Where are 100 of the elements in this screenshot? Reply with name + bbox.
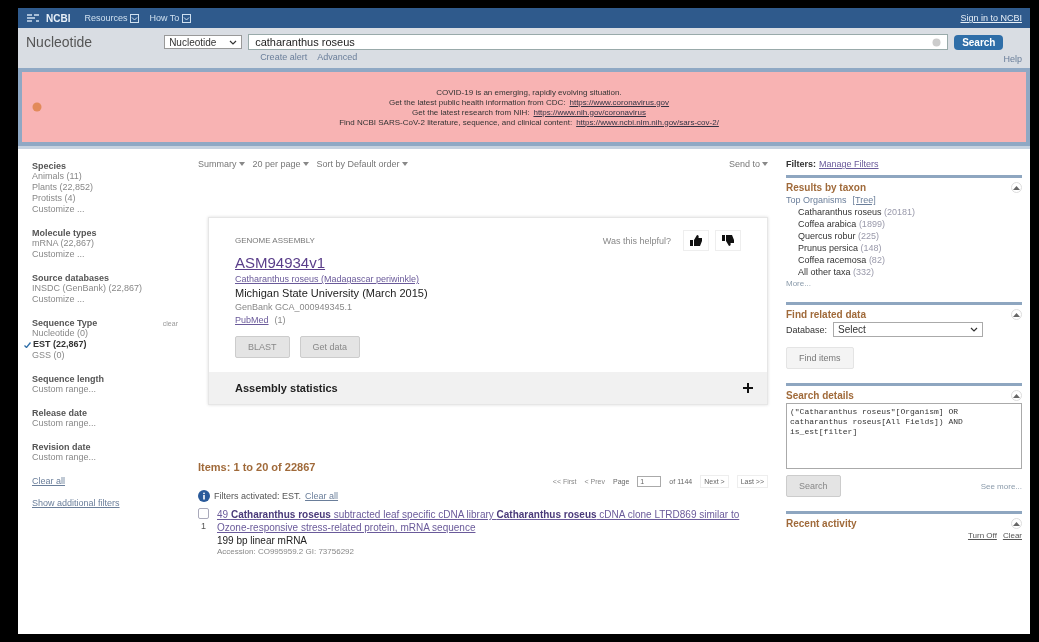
card-button[interactable]: BLAST	[235, 336, 290, 358]
ncbi-logo-icon	[26, 12, 40, 24]
organism-link[interactable]: Prunus persica (148)	[786, 243, 1022, 253]
search-button[interactable]: Search	[954, 34, 1004, 50]
sidebar-link[interactable]: Clear all	[32, 476, 178, 486]
thumbs-up-icon	[690, 235, 702, 246]
filter-item[interactable]: INSDC (GenBank) (22,867)	[32, 283, 178, 294]
sign-in-link[interactable]: Sign in to NCBI	[960, 13, 1022, 23]
banner-text: Get the latest research from NIH:	[412, 107, 530, 117]
dropdown-icon	[130, 13, 140, 23]
logo-text[interactable]: NCBI	[46, 12, 71, 24]
card-label: GENOME ASSEMBLY	[235, 236, 315, 245]
banner-link[interactable]: https://www.coronavirus.gov	[569, 97, 670, 107]
send-to-menu[interactable]: Send to	[728, 159, 768, 169]
result-title-link[interactable]: 49 Catharanthus roseus subtracted leaf specific cDNA library Catharanthus roseus cDNA clone LTRD869 similar to Ozone-responsive stress-related protein, mRNA sequence	[217, 508, 768, 534]
search-field[interactable]: catharanthus roseus	[248, 34, 949, 50]
filter-item[interactable]: Custom range...	[32, 384, 178, 395]
help-link[interactable]: Help	[1003, 54, 1022, 64]
pubmed-count: (1)	[274, 315, 286, 325]
portlet-title: Search details	[786, 390, 854, 401]
recent-activity-link[interactable]: Turn Off	[967, 531, 997, 540]
accession-text: GenBank GCA_000949345.1	[235, 302, 354, 312]
organism-link[interactable]: All other taxa (332)	[786, 267, 1022, 277]
filter-group-title: Sequence length	[32, 374, 104, 384]
portlet-title: Find related data	[786, 309, 866, 320]
dropdown-icon	[182, 13, 192, 23]
filter-item[interactable]: mRNA (22,867)	[32, 238, 178, 249]
display-menu[interactable]: 20 per page	[252, 159, 309, 169]
banner-link[interactable]: https://www.nih.gov/coronavirus	[533, 107, 646, 117]
filter-group-title: Source databases	[32, 273, 110, 283]
banner-text: Get the latest public health information from CDC:	[388, 97, 566, 107]
filter-item[interactable]: Customize ...	[32, 204, 178, 215]
clear-icon	[932, 37, 942, 47]
caret-down-icon	[238, 162, 245, 166]
assembly-title-link[interactable]: ASM94934v1	[235, 254, 741, 271]
manage-filters-link[interactable]: Manage Filters	[819, 159, 879, 169]
top-organisms-label: Top Organisms	[786, 195, 847, 205]
organism-link[interactable]: Coffea arabica (1899)	[786, 219, 1022, 229]
filter-group-title: Revision date	[32, 442, 91, 452]
alert-icon	[32, 102, 42, 112]
find-items-button[interactable]: Find items	[786, 347, 854, 369]
caret-down-icon	[762, 162, 768, 166]
filter-item[interactable]: Customize ...	[32, 294, 178, 305]
result-number: 1	[201, 521, 206, 531]
result-description: 199 bp linear mRNA	[217, 535, 309, 546]
card-button[interactable]: Get data	[299, 336, 361, 358]
banner-text: Find NCBI SARS-CoV-2 literature, sequence, and clinical content:	[339, 117, 573, 127]
collapse-icon	[1013, 393, 1020, 398]
filter-item[interactable]: EST (22,867)	[24, 339, 178, 350]
filter-item[interactable]: Customize ...	[32, 249, 178, 260]
filter-item[interactable]: Custom range...	[32, 452, 178, 463]
clear-all-link[interactable]: Clear all	[305, 491, 339, 501]
see-more-link[interactable]: See more...	[980, 481, 1022, 491]
filter-item[interactable]: GSS (0)	[32, 350, 178, 361]
portlet-title: Results by taxon	[786, 182, 867, 193]
filter-group-title: Sequence Type	[32, 318, 98, 328]
organism-link[interactable]: Catharanthus roseus (20181)	[786, 207, 1022, 217]
feedback-text: Was this helpful?	[602, 235, 671, 246]
filter-item[interactable]: Plants (22,852)	[32, 182, 178, 193]
recent-activity-link[interactable]: Clear	[1002, 531, 1022, 540]
banner-link[interactable]: https://www.ncbi.nlm.nih.gov/sars-cov-2/	[576, 117, 719, 127]
database-select[interactable]: Nucleotide	[164, 35, 243, 49]
pubmed-link[interactable]: PubMed	[235, 315, 269, 325]
filter-group-title: Molecule types	[32, 228, 97, 238]
tree-link[interactable]: [Tree]	[852, 195, 876, 205]
filters-note: Filters activated: EST.	[214, 491, 302, 501]
more-link[interactable]: More...	[786, 279, 1022, 288]
checkmark-icon	[24, 341, 31, 348]
assembly-statistics-bar[interactable]: Assembly statistics	[209, 372, 767, 404]
organism-link[interactable]: Coffea racemosa (82)	[786, 255, 1022, 265]
menu-link[interactable]: Resources	[84, 13, 140, 23]
filter-item[interactable]: Animals (11)	[32, 171, 178, 182]
display-menu[interactable]: Sort by Default order	[316, 159, 408, 169]
header-link[interactable]: Advanced	[317, 52, 358, 62]
database-select[interactable]: Select	[833, 322, 984, 337]
thumbs-down-button[interactable]	[715, 230, 741, 251]
header-link[interactable]: Create alert	[260, 52, 308, 62]
collapse-icon	[1013, 521, 1020, 526]
caret-down-icon	[302, 162, 309, 166]
filters-label: Filters:	[786, 159, 816, 169]
sidebar-link[interactable]: Show additional filters	[32, 498, 178, 508]
section-title: Assembly statistics	[235, 382, 338, 394]
results-count: Items: 1 to 20 of 22867	[198, 461, 317, 473]
search-details-field[interactable]: ("Catharanthus roseus"[Organism] OR catharanthus roseus[All Fields]) AND is_est[filter]	[786, 403, 1022, 469]
thumbs-down-icon	[722, 235, 734, 246]
search-button[interactable]: Search	[786, 475, 841, 497]
result-checkbox[interactable]	[198, 508, 209, 519]
organism-link[interactable]: Catharanthus roseus (Madagascar periwinkle)	[235, 274, 741, 284]
filter-item[interactable]: Custom range...	[32, 418, 178, 429]
display-menu[interactable]: Summary	[198, 159, 245, 169]
thumbs-up-button[interactable]	[683, 230, 709, 251]
accession-text: Accession: CO995959.2 GI: 73756292	[217, 547, 355, 556]
portlet-title: Recent activity	[786, 518, 857, 529]
organism-link[interactable]: Quercus robur (225)	[786, 231, 1022, 241]
collapse-icon	[1013, 312, 1020, 317]
filter-item[interactable]: Protists (4)	[32, 193, 178, 204]
filter-item[interactable]: Nucleotide (0)	[32, 328, 178, 339]
database-title: Nucleotide	[26, 34, 94, 52]
submitter-text: Michigan State University (March 2015)	[235, 287, 429, 299]
menu-link[interactable]: How To	[149, 13, 192, 23]
